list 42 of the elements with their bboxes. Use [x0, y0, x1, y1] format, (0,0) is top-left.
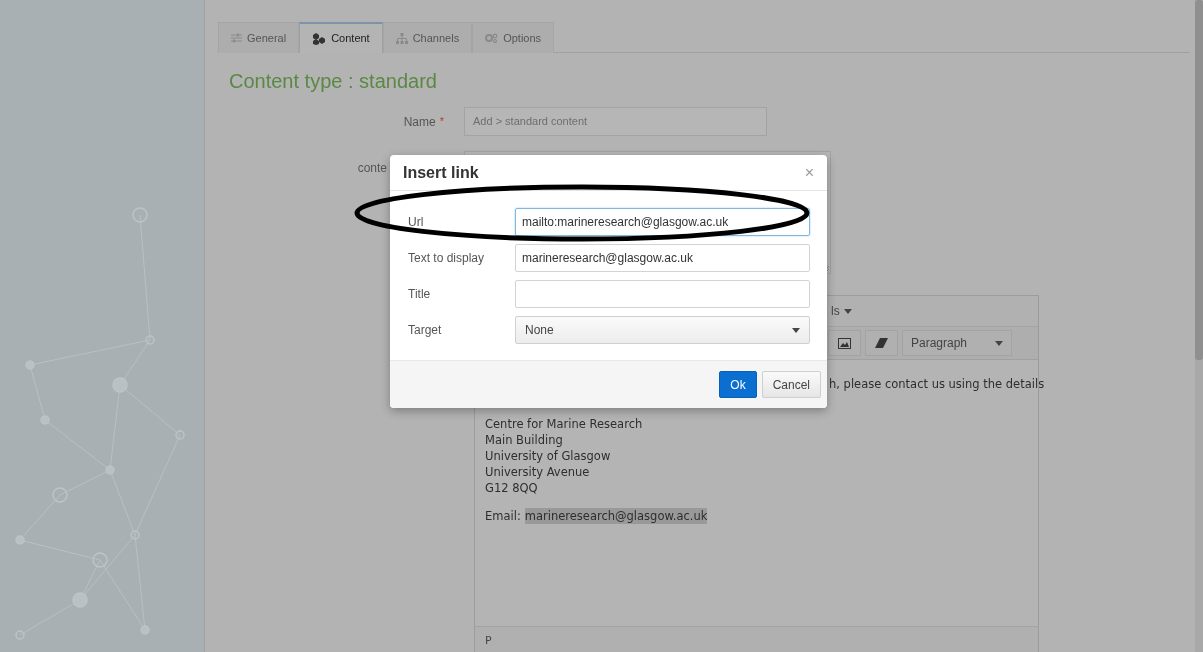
- eraser-icon: [875, 338, 888, 348]
- caret-icon: [843, 308, 852, 314]
- element-path: P: [485, 633, 492, 650]
- address-line: G12 8QQ: [485, 480, 539, 496]
- dialog-title: Insert link: [403, 162, 479, 183]
- dialog-button[interactable]: Ok: [719, 371, 757, 398]
- dialog-button[interactable]: Cancel: [761, 371, 821, 398]
- field-label: conte: [357, 160, 387, 177]
- address-line: Main Building: [485, 432, 564, 448]
- field-label: Url: [408, 214, 425, 231]
- tab[interactable]: Channels: [382, 22, 473, 53]
- text-field[interactable]: [515, 280, 810, 308]
- caret-icon: [995, 340, 1003, 346]
- text-field[interactable]: marineresearch@glasgow.ac.uk: [515, 244, 810, 272]
- address-line: University Avenue: [485, 464, 591, 480]
- clear-formatting-button[interactable]: [865, 330, 898, 356]
- field-label: Name: [403, 113, 436, 131]
- address-line: University of Glasgow: [485, 448, 612, 464]
- menu-item[interactable]: ls: [831, 302, 852, 320]
- field-label: Title: [408, 286, 432, 303]
- close-button[interactable]: ×: [804, 164, 814, 181]
- sliders-icon: [231, 33, 242, 43]
- email-link[interactable]: marineresearch@glasgow.ac.uk: [524, 508, 708, 524]
- name-field[interactable]: Add > standard content: [464, 107, 767, 136]
- email-label: Email:: [485, 508, 521, 524]
- tab[interactable]: Content: [299, 22, 383, 53]
- tab[interactable]: Options: [472, 22, 555, 53]
- image-icon: [838, 337, 851, 349]
- field-label: Text to display: [408, 250, 486, 267]
- target-select[interactable]: None: [515, 316, 810, 344]
- text-field[interactable]: mailto:marineresearch@glasgow.ac.uk: [515, 208, 810, 236]
- field-label: Target: [408, 322, 443, 339]
- tab[interactable]: General: [218, 22, 300, 53]
- format-select[interactable]: Paragraph: [902, 330, 1012, 356]
- image-button[interactable]: [828, 330, 861, 356]
- address-line: Centre for Marine Research: [485, 416, 644, 432]
- body-text: h, please contact us using the details: [829, 376, 1045, 392]
- page-heading: Content type : standard: [229, 69, 438, 93]
- sitemap-icon: [395, 32, 408, 44]
- gears-icon: [485, 33, 499, 43]
- cubes-icon: [312, 32, 327, 45]
- required-mark: *: [439, 113, 444, 129]
